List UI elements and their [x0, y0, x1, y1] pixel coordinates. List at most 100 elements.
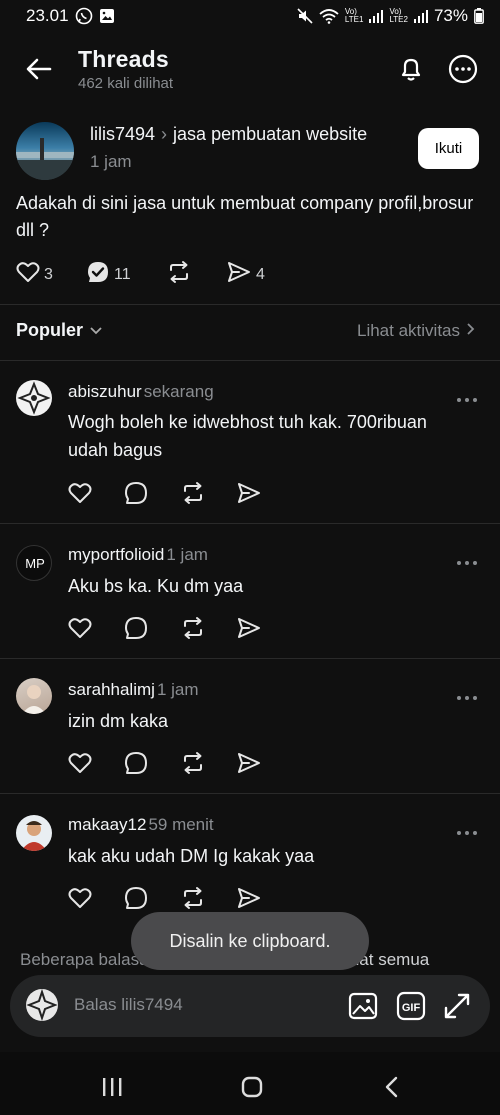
back-nav-icon[interactable]	[377, 1072, 407, 1102]
post-topic[interactable]: jasa pembuatan website	[173, 124, 367, 145]
svg-text:GIF: GIF	[402, 1002, 421, 1014]
back-arrow-icon[interactable]	[24, 54, 54, 84]
heart-icon	[16, 261, 40, 288]
comment-username[interactable]: abiszuhur	[68, 382, 142, 401]
repost-icon[interactable]	[180, 478, 236, 508]
post-author-avatar[interactable]	[16, 122, 74, 180]
more-options-icon[interactable]	[456, 688, 478, 700]
comment-avatar[interactable]	[16, 815, 52, 851]
recent-apps-icon[interactable]	[97, 1072, 127, 1102]
chevron-right-icon	[466, 321, 476, 341]
comment-action-bar	[68, 613, 292, 643]
like-action[interactable]: 3	[16, 260, 86, 289]
share-count: 4	[256, 265, 265, 283]
view-count: 462 kali dilihat	[78, 75, 174, 92]
repost-icon	[166, 260, 192, 289]
notification-bell-icon[interactable]	[394, 52, 428, 86]
divider	[0, 523, 500, 524]
view-activity-label: Lihat aktivitas	[357, 321, 460, 340]
heart-icon[interactable]	[68, 748, 124, 778]
signal-lte1-icon: Vo) LTE1	[344, 7, 364, 24]
reply-action[interactable]: 11	[86, 260, 166, 289]
comment-time: 1 jam	[166, 545, 208, 564]
heart-icon[interactable]	[68, 478, 124, 508]
reply-bar: Balas lilis7494 GIF	[10, 975, 490, 1037]
comment-author-line: sarahhalimj 1 jam	[68, 680, 199, 700]
post-action-bar: 3 11 4	[16, 260, 265, 289]
more-options-icon[interactable]	[456, 390, 478, 402]
comment-username[interactable]: sarahhalimj	[68, 680, 155, 699]
send-icon[interactable]	[236, 478, 292, 508]
send-icon	[226, 260, 252, 289]
comment-icon[interactable]	[124, 748, 180, 778]
reply-input[interactable]: Balas lilis7494	[74, 995, 183, 1015]
more-options-icon[interactable]	[456, 553, 478, 565]
svg-text:MP: MP	[25, 556, 45, 571]
image-attach-icon[interactable]	[346, 989, 380, 1023]
comment-icon[interactable]	[124, 478, 180, 508]
app-header: Threads 462 kali dilihat	[0, 36, 500, 102]
header-title-block: Threads 462 kali dilihat	[78, 46, 173, 92]
wifi-icon	[319, 8, 339, 24]
comment-icon[interactable]	[124, 613, 180, 643]
follow-button[interactable]: Ikuti	[418, 128, 479, 169]
home-icon[interactable]	[237, 1072, 267, 1102]
battery-icon	[474, 8, 484, 24]
sort-bar: Populer Lihat aktivitas	[0, 312, 500, 352]
comment-avatar[interactable]: MP	[16, 545, 52, 581]
reply-count: 11	[114, 265, 131, 283]
comment-time: 1 jam	[156, 680, 199, 699]
comment-icon[interactable]	[124, 883, 180, 913]
post-author-line: lilis7494 › jasa pembuatan website	[90, 124, 367, 145]
share-action[interactable]: 4	[226, 260, 265, 289]
comment-username[interactable]: makaay12	[68, 815, 146, 834]
repost-action[interactable]	[166, 260, 210, 289]
comment-action-bar	[68, 883, 292, 913]
comment-text: Wogh boleh ke idwebhost tuh kak. 700ribu…	[68, 412, 427, 460]
comment-avatar[interactable]	[16, 678, 52, 714]
comment-avatar[interactable]	[16, 380, 52, 416]
repost-icon[interactable]	[180, 748, 236, 778]
comment-text: kak aku udah DM Ig kakak yaa	[68, 846, 315, 866]
divider	[0, 793, 500, 794]
sort-dropdown[interactable]: Populer	[16, 320, 103, 341]
mute-icon	[297, 8, 313, 24]
whatsapp-icon	[75, 7, 93, 25]
view-activity-link[interactable]: Lihat aktivitas	[357, 321, 476, 341]
comment-check-icon	[86, 260, 110, 289]
repost-icon[interactable]	[180, 613, 236, 643]
sort-label: Populer	[16, 320, 84, 340]
chevron-right-icon: ›	[161, 124, 168, 144]
system-nav-bar	[0, 1052, 500, 1115]
my-avatar	[26, 989, 58, 1021]
comment-author-line: makaay12 59 menit	[68, 815, 214, 835]
status-bar: 23.01 Vo) LTE1 Vo) LTE2 73%	[0, 0, 500, 32]
comment-text: izin dm kaka	[68, 711, 169, 731]
more-options-icon[interactable]	[456, 823, 478, 835]
comment-username[interactable]: myportfolioid	[68, 545, 164, 564]
comment-time: 59 menit	[148, 815, 214, 834]
page-title: Threads	[78, 46, 169, 72]
repost-icon[interactable]	[180, 883, 236, 913]
gif-icon[interactable]: GIF	[394, 989, 428, 1023]
expand-icon[interactable]	[440, 989, 474, 1023]
post-timestamp: 1 jam	[90, 152, 132, 171]
heart-icon[interactable]	[68, 613, 124, 643]
send-icon[interactable]	[236, 748, 292, 778]
send-icon[interactable]	[236, 613, 292, 643]
clipboard-toast: Disalin ke clipboard.	[131, 912, 369, 970]
divider	[0, 304, 500, 305]
comment-author-line: myportfolioid 1 jam	[68, 545, 208, 565]
divider	[0, 360, 500, 361]
gallery-icon	[99, 8, 115, 24]
more-options-icon[interactable]	[446, 52, 480, 86]
heart-icon[interactable]	[68, 883, 124, 913]
comment-author-line: abiszuhur sekarang	[68, 382, 214, 402]
divider	[0, 658, 500, 659]
status-time: 23.01	[26, 6, 69, 25]
comment-time: sekarang	[143, 382, 214, 401]
signal-lte2-icon: Vo) LTE2	[389, 7, 408, 24]
send-icon[interactable]	[236, 883, 292, 913]
post-username[interactable]: lilis7494	[90, 124, 155, 145]
comment-text: Aku bs ka. Ku dm yaa	[68, 576, 244, 596]
